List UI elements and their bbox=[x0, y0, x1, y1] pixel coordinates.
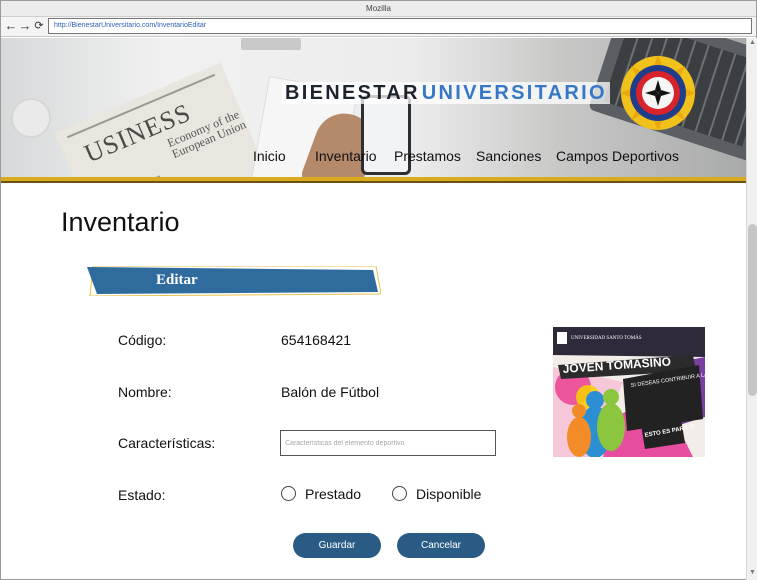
scrollbar-thumb[interactable] bbox=[748, 224, 757, 396]
header-photo-keyboard bbox=[241, 38, 301, 50]
window-title: Mozilla bbox=[366, 4, 391, 13]
section-banner-label: Editar bbox=[156, 272, 198, 288]
page-scrollbar[interactable]: ▲ ▼ bbox=[746, 38, 757, 580]
ad-university: UNIVERSIDAD SANTO TOMÁS bbox=[571, 335, 642, 341]
codigo-value: 654168421 bbox=[281, 332, 352, 348]
cancel-button[interactable]: Cancelar bbox=[397, 533, 485, 558]
codigo-label: Código: bbox=[118, 332, 167, 348]
nombre-value: Balón de Fútbol bbox=[281, 384, 380, 400]
url-text: http://BienestarUniversitario.com/Invent… bbox=[54, 22, 207, 29]
brand-text-bienestar: BIENESTAR bbox=[285, 82, 420, 104]
header-photo-cup bbox=[11, 98, 51, 138]
window-titlebar: Mozilla bbox=[1, 1, 756, 17]
nombre-label: Nombre: bbox=[118, 384, 172, 400]
page-title: Inventario bbox=[61, 207, 180, 237]
caracteristicas-input[interactable] bbox=[280, 430, 496, 456]
browser-window: Mozilla ← → ⟳ http://BienestarUniversita… bbox=[0, 0, 757, 580]
url-bar[interactable]: http://BienestarUniversitario.com/Invent… bbox=[48, 18, 752, 34]
nav-item-campos-deportivos[interactable]: Campos Deportivos bbox=[556, 148, 679, 164]
back-arrow-icon[interactable]: ← bbox=[4, 19, 18, 33]
university-seal-icon bbox=[620, 55, 696, 131]
scroll-down-icon[interactable]: ▼ bbox=[747, 568, 757, 578]
promo-artwork: UNIVERSIDAD SANTO TOMÁS JOVEN TOMASINO S… bbox=[553, 327, 705, 457]
brand-text-universitario: UNIVERSITARIO bbox=[421, 82, 607, 104]
nav-item-prestamos[interactable]: Prestamos bbox=[394, 148, 461, 164]
nav-item-inventario[interactable]: Inventario bbox=[315, 148, 376, 164]
estado-prestado-label[interactable]: Prestado bbox=[305, 486, 361, 502]
reload-icon[interactable]: ⟳ bbox=[32, 19, 46, 33]
estado-prestado-radio[interactable] bbox=[281, 486, 296, 501]
section-banner bbox=[87, 266, 381, 296]
caracteristicas-label: Características: bbox=[118, 435, 216, 451]
nav-item-sanciones[interactable]: Sanciones bbox=[476, 148, 541, 164]
estado-disponible-radio[interactable] bbox=[392, 486, 407, 501]
header-divider bbox=[1, 177, 746, 183]
promo-banner-image[interactable]: UNIVERSIDAD SANTO TOMÁS JOVEN TOMASINO S… bbox=[553, 327, 705, 457]
scroll-up-icon[interactable]: ▲ bbox=[747, 38, 757, 48]
estado-label: Estado: bbox=[118, 487, 166, 503]
estado-disponible-label[interactable]: Disponible bbox=[416, 486, 481, 502]
save-button[interactable]: Guardar bbox=[293, 533, 381, 558]
site-brand-logo[interactable]: BIENESTAR UNIVERSITARIO bbox=[282, 82, 610, 104]
browser-toolbar: ← → ⟳ http://BienestarUniversitario.com/… bbox=[1, 17, 756, 37]
site-header: USINESS Economy of the European Union BI… bbox=[1, 38, 746, 177]
nav-item-inicio[interactable]: Inicio bbox=[253, 148, 286, 164]
header-photo-newspaper: USINESS Economy of the European Union bbox=[54, 62, 268, 177]
forward-arrow-icon[interactable]: → bbox=[18, 19, 32, 33]
